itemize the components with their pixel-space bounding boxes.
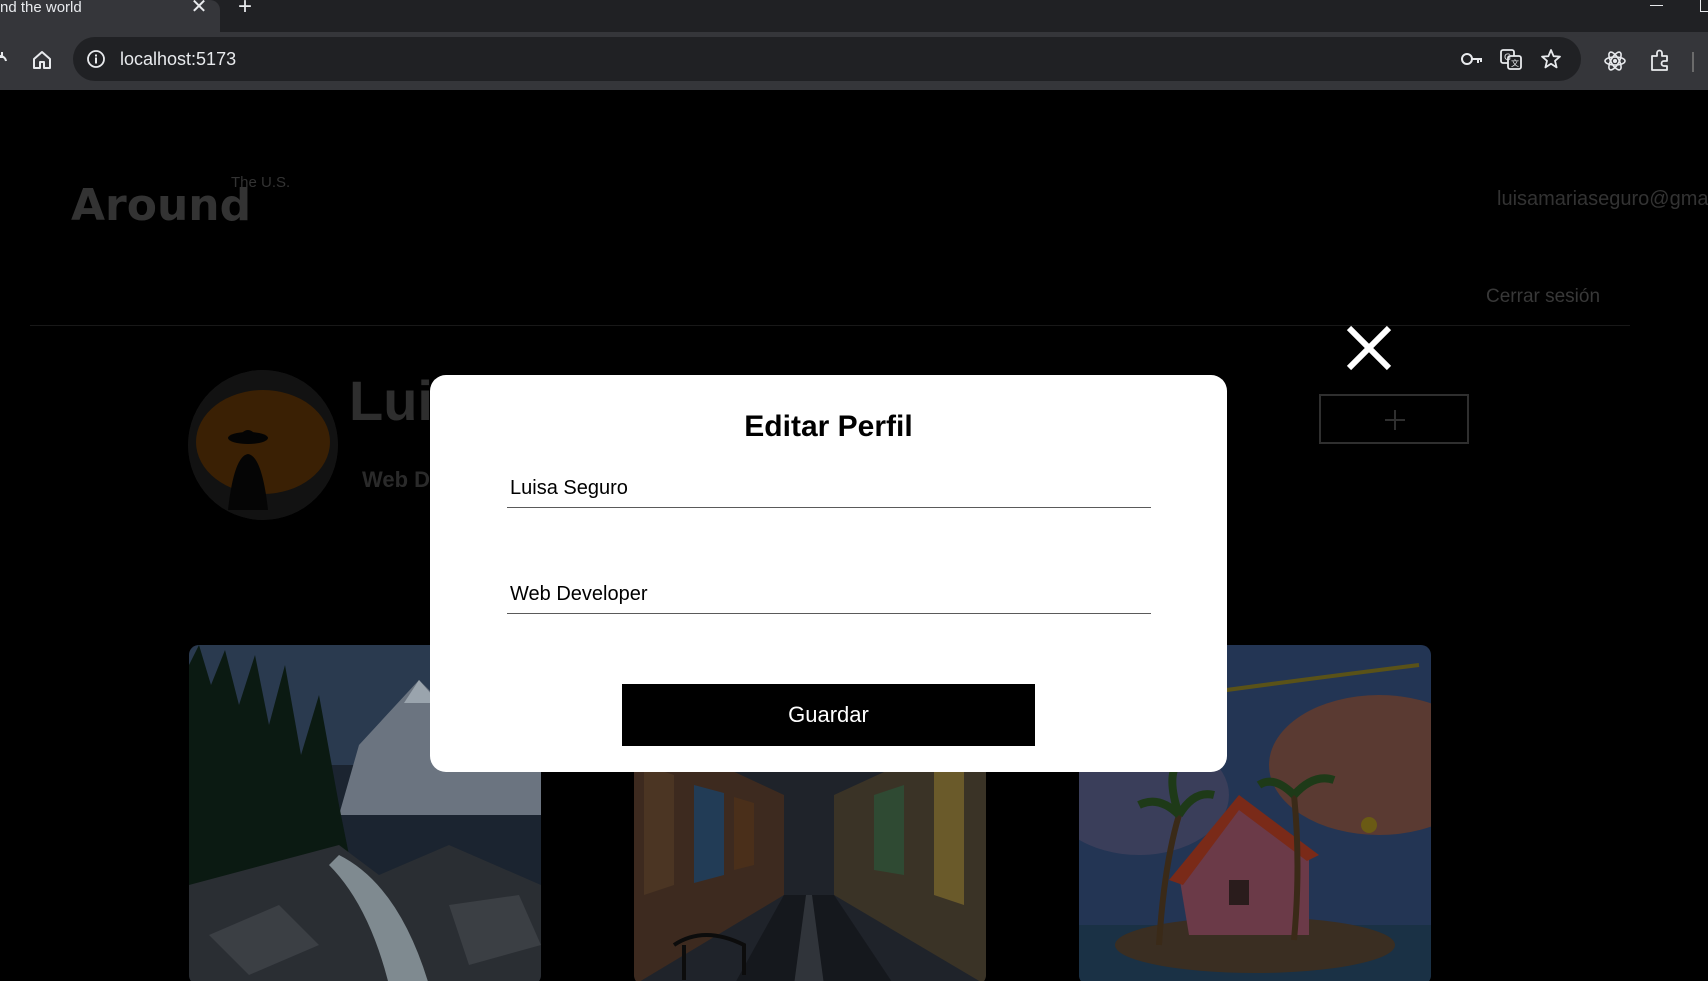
about-input[interactable]: [507, 576, 1151, 614]
user-email: luisamariaseguro@gmai: [1497, 188, 1708, 210]
add-card-button[interactable]: [1319, 394, 1469, 444]
app-logo-subtitle: The U.S.: [231, 174, 291, 191]
browser-tab[interactable]: nd the world ✕: [0, 0, 220, 32]
close-icon[interactable]: [1343, 322, 1395, 374]
toolbar-divider: [1692, 52, 1694, 72]
avatar-image: [188, 370, 338, 520]
profile-about: Web D: [362, 467, 431, 492]
svg-text:文: 文: [1511, 58, 1519, 68]
extensions-icon[interactable]: [1647, 48, 1673, 74]
reload-icon[interactable]: [0, 50, 8, 72]
logout-link[interactable]: Cerrar sesión: [1486, 286, 1600, 308]
svg-text:G: G: [1504, 53, 1511, 63]
browser-tabstrip: nd the world ✕ +: [0, 0, 1708, 32]
new-tab-button[interactable]: +: [233, 0, 257, 19]
browser-toolbar: localhost:5173 G 文: [0, 32, 1708, 90]
site-info-icon[interactable]: [86, 49, 106, 69]
tab-close-icon[interactable]: ✕: [188, 0, 210, 17]
modal-title: Editar Perfil: [744, 410, 913, 443]
minimize-window-button[interactable]: [1647, 0, 1667, 14]
bookmark-star-icon[interactable]: [1539, 48, 1563, 70]
home-icon[interactable]: [30, 48, 54, 72]
profile-avatar[interactable]: [188, 370, 338, 520]
key-icon[interactable]: [1460, 48, 1484, 70]
address-bar[interactable]: localhost:5173 G 文: [73, 37, 1581, 81]
app-logo: Around: [71, 180, 252, 231]
react-devtools-icon[interactable]: [1602, 48, 1628, 74]
edit-profile-modal: Editar Perfil Guardar: [430, 375, 1227, 772]
translate-icon[interactable]: G 文: [1499, 48, 1523, 70]
tab-title: nd the world: [0, 0, 82, 16]
url-text[interactable]: localhost:5173: [120, 37, 236, 81]
save-button[interactable]: Guardar: [622, 684, 1035, 746]
name-input[interactable]: [507, 470, 1151, 508]
restore-window-button[interactable]: [1700, 0, 1708, 12]
